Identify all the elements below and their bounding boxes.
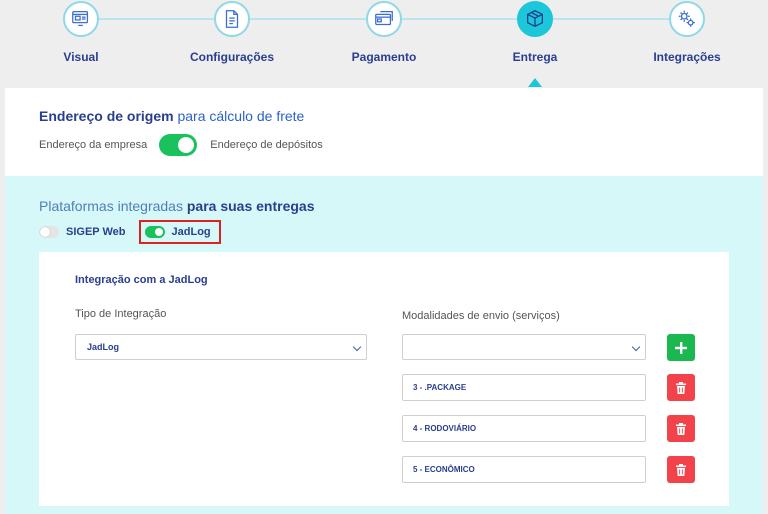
step-entrega[interactable]: Entrega [475,0,595,64]
integration-title: Integração com a JadLog [75,274,208,286]
chevron-down-icon [352,342,362,352]
jadlog-label[interactable]: JadLog [172,226,211,238]
origin-toggle-row: Endereço da empresa Endereço de depósito… [39,134,323,156]
step-visual[interactable]: Visual [21,0,141,64]
step-integracoes[interactable]: Integrações [627,0,747,64]
add-service-button[interactable] [667,334,695,361]
step-configuracoes[interactable]: Configurações [172,0,292,64]
origin-address-toggle[interactable] [159,134,198,156]
trash-icon [676,422,686,435]
jadlog-toggle[interactable] [144,226,165,238]
integration-type-label: Tipo de Integração [75,308,167,320]
step-label-pagamento[interactable]: Pagamento [352,50,417,64]
document-icon[interactable] [214,1,250,37]
step-label-integracoes[interactable]: Integrações [653,50,720,64]
visual-icon[interactable] [63,1,99,37]
sigep-web-toggle[interactable] [39,226,59,238]
step-label-entrega[interactable]: Entrega [513,50,558,64]
origin-section-title: Endereço de origem para cálculo de frete [39,108,304,124]
toggle-knob [40,227,50,237]
wizard-stepper: Visual Configurações Pagamento Entrega I… [0,0,768,88]
platforms-title-bold: para suas entregas [186,198,315,214]
sigep-web-label[interactable]: SIGEP Web [66,226,126,238]
delete-service-button[interactable] [667,456,695,483]
origin-option-company: Endereço da empresa [39,139,148,151]
platforms-row: SIGEP Web JadLog [39,220,221,244]
delete-service-button[interactable] [667,415,695,442]
service-item: 4 - RODOVIÁRIO [402,415,646,442]
origin-title-rest: para cálculo de frete [173,108,305,124]
delete-service-button[interactable] [667,374,695,401]
payment-icon[interactable] [366,1,402,37]
platform-jadlog[interactable]: JadLog [138,220,221,244]
service-item: 5 - ECONÔMICO [402,456,646,483]
origin-address-section: Endereço de origem para cálculo de frete… [5,88,763,176]
services-select[interactable] [402,334,646,360]
platform-sigep-web[interactable]: SIGEP Web [39,226,126,238]
step-label-configuracoes[interactable]: Configurações [190,50,274,64]
delivery-settings-card: Endereço de origem para cálculo de frete… [5,88,763,514]
services-label: Modalidades de envio (serviços) [402,310,560,322]
jadlog-integration-panel: Integração com a JadLog Tipo de Integraç… [39,252,729,506]
plus-icon [675,341,687,354]
integration-icon[interactable] [669,1,705,37]
chevron-down-icon [631,342,641,352]
service-item: 3 - .PACKAGE [402,374,646,401]
box-icon[interactable] [517,1,553,37]
trash-icon [676,463,686,476]
platforms-title-light: Plataformas integradas [39,198,187,214]
step-pagamento[interactable]: Pagamento [324,0,444,64]
integration-type-value: JadLog [87,342,120,352]
toggle-knob [178,137,195,153]
platforms-section-title: Plataformas integradas para suas entrega… [39,198,314,214]
origin-option-warehouses: Endereço de depósitos [210,139,323,151]
integration-type-select[interactable]: JadLog [75,334,367,360]
toggle-knob [154,228,163,236]
trash-icon [676,381,686,394]
active-step-pointer [528,78,542,87]
origin-title-bold: Endereço de origem [39,108,174,124]
platforms-section: Plataformas integradas para suas entrega… [5,176,763,514]
step-label-visual[interactable]: Visual [63,50,98,64]
